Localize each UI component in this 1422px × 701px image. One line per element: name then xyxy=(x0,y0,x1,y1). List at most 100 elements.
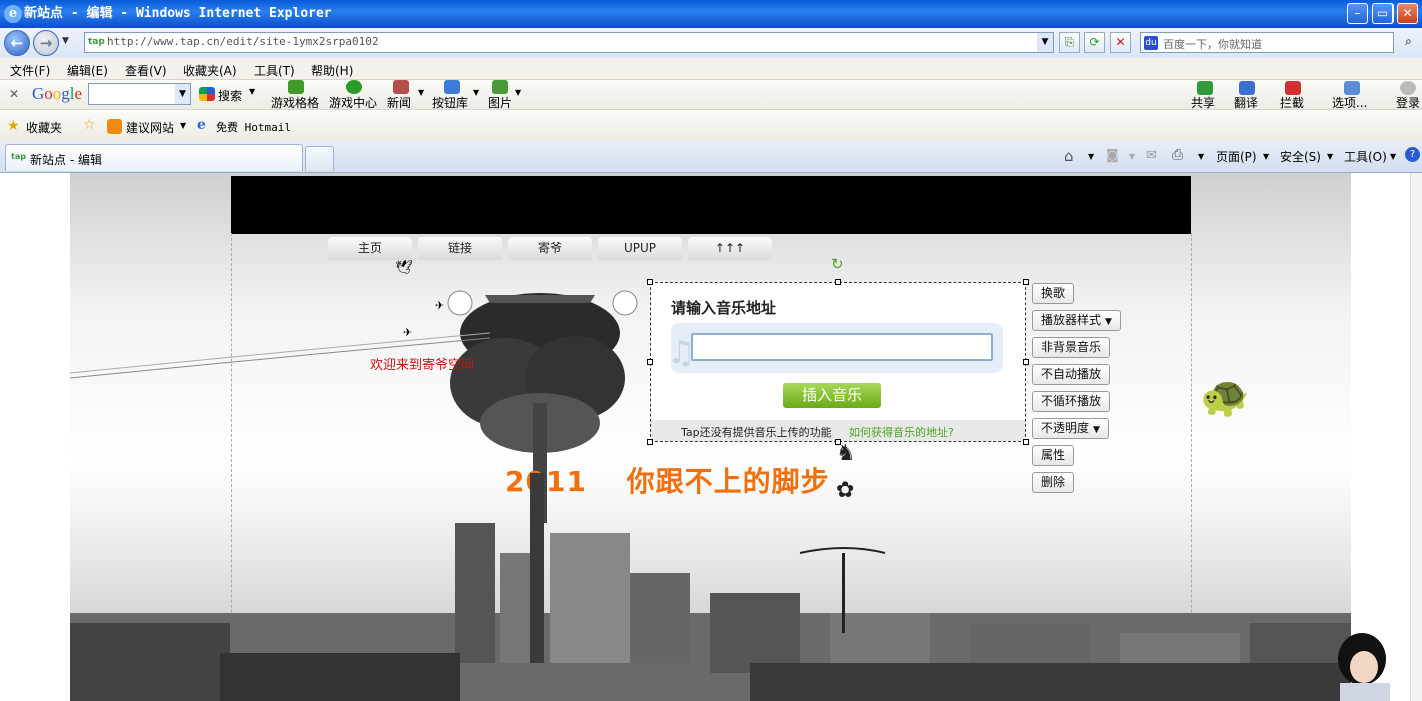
news-dropdown-icon[interactable]: ▼ xyxy=(418,88,424,97)
resize-handle-nw[interactable] xyxy=(647,279,653,285)
images-icon xyxy=(492,80,508,94)
toolbar-item-images[interactable]: 图片 xyxy=(488,94,512,111)
rss-dropdown-icon[interactable]: ▼ xyxy=(1129,152,1135,161)
favorite-suggested-sites[interactable]: 建议网站 xyxy=(126,119,174,136)
forward-button[interactable]: → xyxy=(33,30,59,56)
change-song-button[interactable]: 换歌 xyxy=(1032,283,1075,304)
toolbar-item-options[interactable]: 选项... xyxy=(1332,94,1367,111)
new-tab-button[interactable] xyxy=(305,146,334,171)
address-bar[interactable]: tap http://www.tap.cn/edit/site-1ymx2srp… xyxy=(84,32,1054,53)
page-menu-dropdown-icon[interactable]: ▼ xyxy=(1263,152,1269,161)
favorites-star-icon: ★ xyxy=(7,118,20,134)
suggested-sites-dropdown-icon[interactable]: ▼ xyxy=(180,121,186,130)
properties-label: 属性 xyxy=(1041,448,1066,462)
properties-button[interactable]: 属性 xyxy=(1032,445,1075,466)
safety-menu-dropdown-icon[interactable]: ▼ xyxy=(1327,152,1333,161)
rotate-handle-icon[interactable]: ↻ xyxy=(831,255,844,273)
delete-button[interactable]: 删除 xyxy=(1032,472,1075,493)
bird-icon: 🕊 xyxy=(395,260,413,276)
resize-handle-se[interactable] xyxy=(1023,439,1029,445)
button-library-icon xyxy=(444,80,460,94)
toolbar-item-translate[interactable]: 翻译 xyxy=(1234,94,1258,111)
google-search-dropdown-icon[interactable]: ▼ xyxy=(175,84,190,104)
tools-menu[interactable]: 工具(O) xyxy=(1344,148,1387,165)
refresh-icon[interactable]: ⟳ xyxy=(1084,32,1105,53)
wrench-icon xyxy=(1344,81,1360,95)
toolbar-item-game-center[interactable]: 游戏中心 xyxy=(329,94,377,111)
tab-site-edit[interactable]: tap 新站点 - 编辑 xyxy=(5,144,303,171)
resize-handle-s[interactable] xyxy=(835,439,841,445)
no-autoplay-button[interactable]: 不自动播放 xyxy=(1032,364,1111,385)
button-library-dropdown-icon[interactable]: ▼ xyxy=(473,88,479,97)
site-nav-upup[interactable]: UPUP xyxy=(598,237,682,260)
toolbar-item-share[interactable]: 共享 xyxy=(1191,94,1215,111)
login-icon xyxy=(1400,81,1416,95)
tools-menu-dropdown-icon[interactable]: ▼ xyxy=(1390,152,1396,161)
suggested-sites-icon xyxy=(107,119,122,134)
home-icon[interactable]: ⌂ xyxy=(1064,147,1074,165)
menu-tools[interactable]: 工具(T) xyxy=(254,62,295,79)
resize-handle-ne[interactable] xyxy=(1023,279,1029,285)
non-bg-music-button[interactable]: 非背景音乐 xyxy=(1032,337,1111,358)
print-icon[interactable]: ⎙ xyxy=(1172,147,1183,163)
avatar-illustration xyxy=(1338,633,1390,701)
no-loop-label: 不循环播放 xyxy=(1041,394,1102,408)
add-favorite-icon[interactable]: ☆ xyxy=(83,117,96,133)
toolbar-close-icon[interactable]: ✕ xyxy=(9,87,19,101)
home-dropdown-icon[interactable]: ▼ xyxy=(1088,152,1094,161)
safety-menu[interactable]: 安全(S) xyxy=(1280,148,1321,165)
opacity-button[interactable]: 不透明度 ▼ xyxy=(1032,418,1109,439)
search-dropdown-icon[interactable]: ▼ xyxy=(249,87,255,96)
menu-view[interactable]: 查看(V) xyxy=(125,62,167,79)
restore-button[interactable]: ▭ xyxy=(1372,3,1393,24)
back-button[interactable]: ← xyxy=(4,30,30,56)
toolbar-item-login[interactable]: 登录 xyxy=(1396,94,1420,111)
toolbar-item-games-grid[interactable]: 游戏格格 xyxy=(271,94,319,111)
toolbar-item-block[interactable]: 拦截 xyxy=(1280,94,1304,111)
resize-handle-e[interactable] xyxy=(1023,359,1029,365)
address-dropdown-icon[interactable]: ▼ xyxy=(1037,33,1053,52)
how-to-get-url-link[interactable]: 如何获得音乐的地址? xyxy=(849,424,954,440)
resize-handle-w[interactable] xyxy=(647,359,653,365)
page-scrollbar[interactable] xyxy=(1410,173,1422,701)
resize-handle-n[interactable] xyxy=(835,279,841,285)
close-button[interactable]: ✕ xyxy=(1397,3,1418,24)
google-toolbar: ✕ Google ▼ 搜索 ▼ 游戏格格 游戏中心 新闻 ▼ 按钮库 ▼ 图片 … xyxy=(0,80,1422,110)
music-url-dialog: 请输入音乐地址 ♫ 插入音乐 Tap还没有提供音乐上传的功能 如何获得音乐的地址… xyxy=(650,282,1026,442)
player-style-button[interactable]: 播放器样式 ▼ xyxy=(1032,310,1121,331)
compat-view-icon[interactable]: ⎘ xyxy=(1059,32,1080,53)
stop-icon[interactable]: ✕ xyxy=(1110,32,1131,53)
music-url-input[interactable] xyxy=(691,333,993,361)
print-dropdown-icon[interactable]: ▼ xyxy=(1198,152,1204,161)
rss-feed-icon[interactable]: ◙ xyxy=(1106,148,1119,163)
toolbar-item-button-library[interactable]: 按钮库 xyxy=(432,94,468,111)
google-search-button[interactable]: 搜索 xyxy=(218,87,242,104)
no-loop-button[interactable]: 不循环播放 xyxy=(1032,391,1111,412)
resize-handle-sw[interactable] xyxy=(647,439,653,445)
site-nav-up-arrows[interactable]: ↑↑↑ xyxy=(688,237,772,260)
game-grid-icon xyxy=(288,80,304,94)
help-icon[interactable]: ? xyxy=(1405,147,1420,162)
menu-edit[interactable]: 编辑(E) xyxy=(67,62,108,79)
minimize-button-2[interactable]: – xyxy=(1347,3,1368,24)
search-go-icon[interactable]: ⌕ xyxy=(1398,32,1419,53)
google-search-input[interactable]: ▼ xyxy=(88,83,191,105)
search-input[interactable]: du 百度一下，你就知道 xyxy=(1140,32,1394,53)
menu-favorites[interactable]: 收藏夹(A) xyxy=(183,62,237,79)
insert-music-button[interactable]: 插入音乐 xyxy=(783,383,881,408)
site-nav-jiye[interactable]: 寄爷 xyxy=(508,237,592,260)
address-url: http://www.tap.cn/edit/site-1ymx2srpa010… xyxy=(107,35,379,48)
favorite-hotmail[interactable]: 免费 Hotmail xyxy=(216,119,291,135)
menu-help[interactable]: 帮助(H) xyxy=(311,62,353,79)
menu-file[interactable]: 文件(F) xyxy=(10,62,50,79)
site-nav-links[interactable]: 链接 xyxy=(418,237,502,260)
tab-title: 新站点 - 编辑 xyxy=(30,153,102,167)
history-dropdown-icon[interactable]: ▼ xyxy=(62,36,69,46)
toolbar-item-news[interactable]: 新闻 xyxy=(387,94,411,111)
site-nav-home[interactable]: 主页 xyxy=(328,237,412,260)
mail-icon[interactable]: ✉ xyxy=(1146,148,1157,163)
tab-favicon-icon: tap xyxy=(11,152,26,161)
favorites-button[interactable]: 收藏夹 xyxy=(26,119,62,136)
images-dropdown-icon[interactable]: ▼ xyxy=(515,88,521,97)
page-menu[interactable]: 页面(P) xyxy=(1216,148,1257,165)
